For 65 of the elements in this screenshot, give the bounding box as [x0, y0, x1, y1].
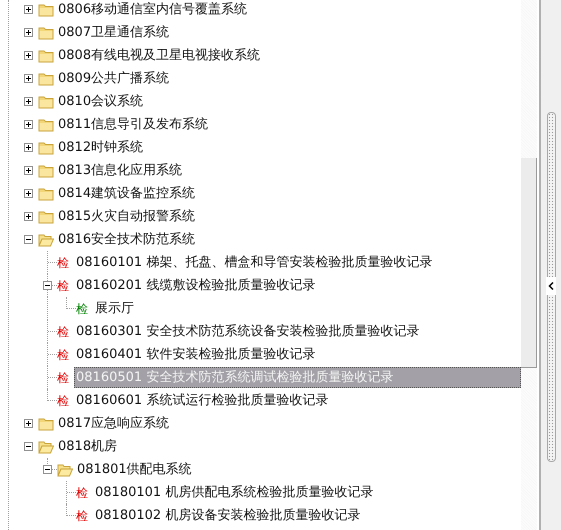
folder-icon: [38, 72, 54, 86]
tree-item[interactable]: 081801供配电系统: [75, 459, 194, 480]
tree-item[interactable]: 08160401 软件安装检验批质量验收记录: [74, 344, 318, 365]
check-label: 检: [57, 370, 69, 384]
tree-item[interactable]: 0806移动通信室内信号覆盖系统: [56, 0, 250, 20]
splitter-grip[interactable]: [546, 112, 556, 462]
scrollbar-thumb[interactable]: [521, 158, 537, 368]
tree-item[interactable]: 08160201 线缆敷设检验批质量验收记录: [74, 275, 318, 296]
expand-toggle[interactable]: [24, 5, 33, 14]
collapse-toggle[interactable]: [24, 235, 33, 244]
check-label: 检: [57, 348, 69, 362]
tree-item[interactable]: 08160101 梯架、托盘、槽盒和导管安装检验批质量验收记录: [74, 252, 434, 273]
folder-icon: [38, 26, 54, 40]
tree-item[interactable]: 0813信息化应用系统: [56, 160, 184, 181]
tree-item[interactable]: 0817应急响应系统: [56, 413, 172, 434]
folder-icon: [38, 94, 54, 108]
check-label: 检: [57, 256, 69, 270]
check-label: 检: [57, 394, 69, 408]
check-label: 检: [76, 486, 88, 500]
tree-item[interactable]: 0812时钟系统: [56, 137, 146, 158]
folder-icon: [38, 48, 54, 62]
chevron-left-icon: [548, 282, 554, 290]
open-folder-icon: [38, 232, 54, 246]
tree-item[interactable]: 0814建筑设备监控系统: [56, 183, 198, 204]
expand-toggle[interactable]: [24, 166, 33, 175]
open-folder-icon: [57, 462, 73, 476]
tree-item[interactable]: 0815火灾自动报警系统: [56, 206, 198, 227]
folder-icon: [38, 2, 54, 16]
folder-icon: [38, 140, 54, 154]
collapse-toggle[interactable]: [24, 442, 33, 451]
folder-icon: [38, 210, 54, 224]
tree-item[interactable]: 08160301 安全技术防范系统设备安装检验批质量验收记录: [74, 321, 422, 342]
tree-item[interactable]: 08180102 机房设备安装检验批质量验收记录: [93, 505, 362, 526]
tree-item[interactable]: 0811信息导引及发布系统: [56, 114, 210, 135]
check-label: 检: [57, 278, 69, 292]
tree-item[interactable]: 0808有线电视及卫星电视接收系统: [56, 45, 262, 66]
tree-item[interactable]: 08180101 机房供配电系统检验批质量验收记录: [93, 482, 376, 503]
folder-icon: [38, 164, 54, 178]
tree-item[interactable]: 0810会议系统: [56, 91, 146, 112]
tree-item[interactable]: 0809公共广播系统: [56, 68, 172, 89]
check-label: 检: [57, 324, 69, 338]
tree-item[interactable]: 0816安全技术防范系统: [56, 229, 198, 250]
expand-toggle[interactable]: [24, 51, 33, 60]
expand-toggle[interactable]: [24, 28, 33, 37]
collapse-button[interactable]: [546, 277, 556, 295]
check-label: 检: [76, 302, 88, 316]
check-label: 检: [76, 508, 88, 522]
expand-toggle[interactable]: [24, 143, 33, 152]
tree-item[interactable]: 展示厅: [93, 298, 136, 319]
folder-icon: [38, 186, 54, 200]
expand-toggle[interactable]: [24, 97, 33, 106]
tree-item[interactable]: 0807卫星通信系统: [56, 22, 172, 43]
expand-toggle[interactable]: [24, 419, 33, 428]
folder-icon: [38, 118, 54, 132]
expand-toggle[interactable]: [24, 212, 33, 221]
tree-item[interactable]: 08160601 系统试运行检验批质量验收记录: [74, 390, 330, 411]
vertical-scrollbar[interactable]: [521, 0, 537, 530]
folder-icon: [38, 416, 54, 430]
expand-toggle[interactable]: [24, 189, 33, 198]
collapse-toggle[interactable]: [43, 281, 52, 290]
open-folder-icon: [38, 440, 54, 454]
collapse-toggle[interactable]: [43, 465, 52, 474]
expand-toggle[interactable]: [24, 74, 33, 83]
expand-toggle[interactable]: [24, 120, 33, 129]
tree-item[interactable]: 0818机房: [56, 436, 120, 457]
